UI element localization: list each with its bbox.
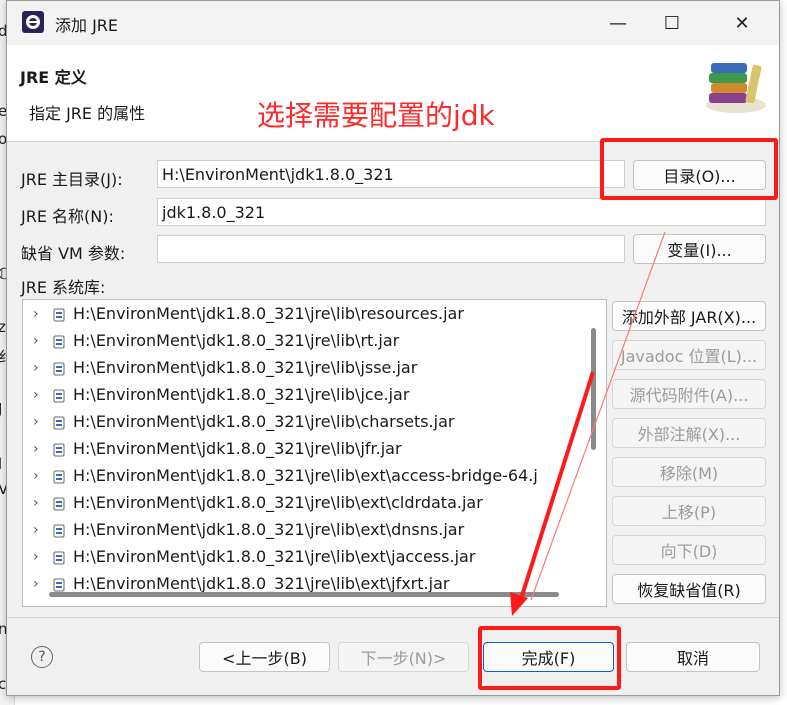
red-arrow-head — [510, 592, 528, 616]
red-arrow-line — [518, 371, 595, 603]
thin-guide-line — [530, 231, 666, 601]
annotation-arrows — [510, 231, 666, 616]
